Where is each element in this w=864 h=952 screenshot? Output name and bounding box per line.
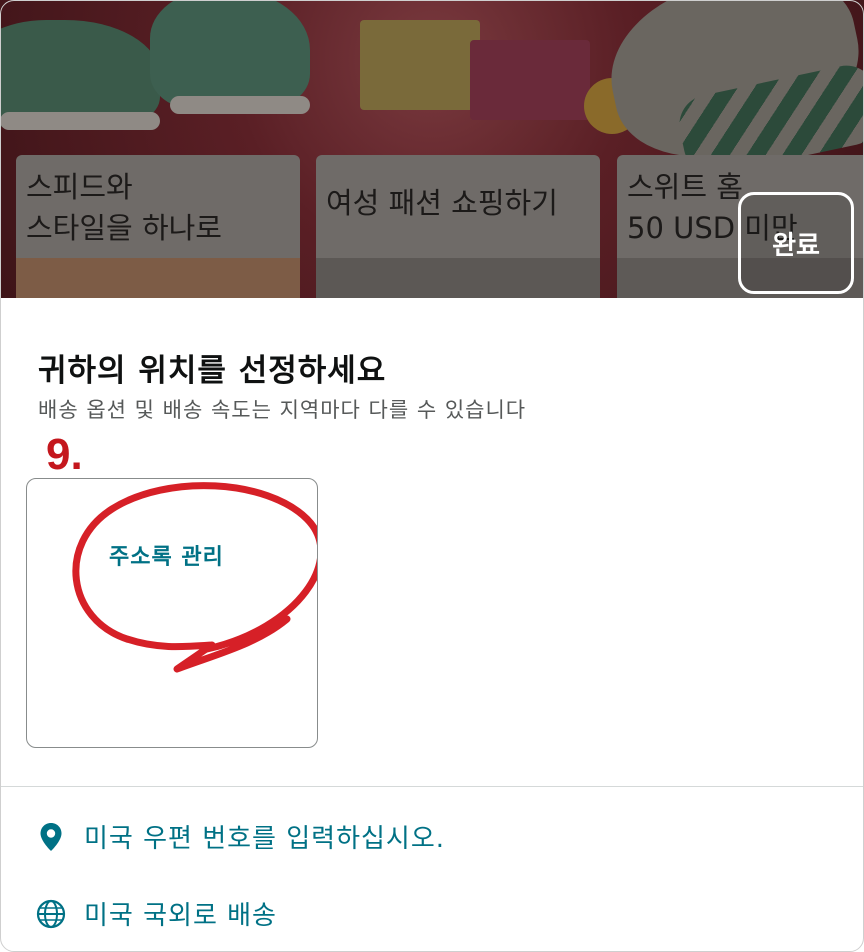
card-line: 스타일을 하나로 (26, 211, 222, 245)
card-line: 여성 패션 쇼핑하기 (326, 186, 558, 220)
card-image-strip (316, 258, 600, 298)
page-subtitle: 배송 옵션 및 배송 속도는 지역마다 다를 수 있습니다 (38, 398, 527, 422)
category-card[interactable]: 여성 패션 쇼핑하기 (316, 155, 600, 298)
card-text: 스피드와 스타일을 하나로 (26, 167, 290, 249)
enter-zip-label: 미국 우편 번호를 입력하십시오. (84, 824, 446, 854)
address-book-card[interactable]: 주소록 관리 (26, 478, 318, 748)
sneaker-sole (0, 112, 160, 130)
page-title: 귀하의 위치를 선정하세요 (38, 353, 387, 389)
hero-banner: 스피드와 스타일을 하나로 여성 패션 쇼핑하기 스위트 홈 50 USD 미만… (0, 0, 864, 298)
enter-zip-option[interactable]: 미국 우편 번호를 입력하십시오. (36, 818, 445, 855)
location-pin-icon (36, 822, 66, 852)
done-button[interactable]: 완료 (738, 192, 854, 294)
ship-outside-us-option[interactable]: 미국 국외로 배송 (36, 895, 277, 932)
gift-box-image (470, 40, 590, 120)
category-card[interactable]: 스피드와 스타일을 하나로 (16, 155, 300, 298)
manage-address-book-link[interactable]: 주소록 관리 (109, 539, 224, 571)
card-image-strip (16, 258, 300, 298)
annotation-circle (72, 482, 317, 673)
card-line: 스피드와 (26, 170, 133, 204)
category-cards: 스피드와 스타일을 하나로 여성 패션 쇼핑하기 스위트 홈 50 USD 미만 (0, 155, 864, 298)
gift-box-image (360, 20, 480, 110)
divider (0, 786, 864, 787)
sneaker-sole (170, 96, 310, 114)
sneaker-image (150, 0, 310, 110)
location-panel: 귀하의 위치를 선정하세요 배송 옵션 및 배송 속도는 지역마다 다를 수 있… (0, 298, 864, 952)
globe-icon (36, 899, 66, 929)
card-text: 여성 패션 쇼핑하기 (326, 183, 590, 224)
ship-outside-us-label: 미국 국외로 배송 (84, 901, 277, 931)
